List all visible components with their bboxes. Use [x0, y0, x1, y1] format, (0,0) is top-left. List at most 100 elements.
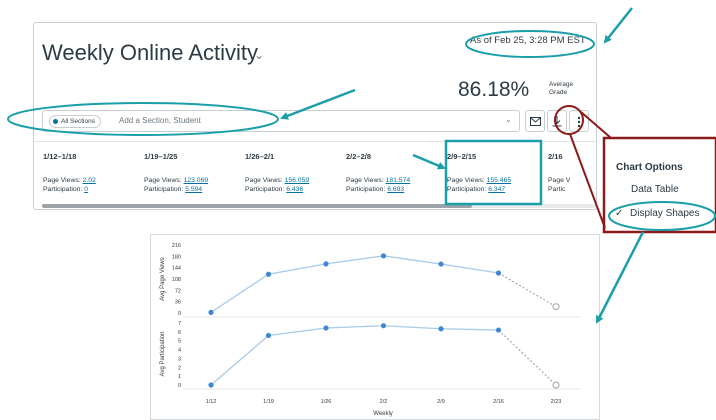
y-tick-label: 7	[178, 321, 181, 327]
average-grade-label: Average Grade	[549, 81, 574, 96]
chip-label: All Sections	[61, 118, 95, 125]
y-tick-label: 72	[175, 288, 181, 294]
x-tick-label: 1/26	[321, 399, 332, 405]
week-range: 1/19–1/25	[144, 152, 178, 161]
page-views-line: Page V	[548, 177, 570, 184]
participation-label: Participation:	[447, 186, 487, 193]
data-point	[495, 327, 502, 333]
participation-link[interactable]: 6.347	[488, 186, 505, 193]
page-views-label: Page Views:	[43, 177, 81, 184]
data-point	[208, 309, 214, 315]
y-tick-label: 216	[172, 243, 181, 249]
y-tick-label: 2	[178, 365, 181, 371]
week-column: 2/2–2/8 Page Views: 181.574 Participatio…	[337, 142, 437, 202]
filter-placeholder: Add a Section, Student	[119, 116, 201, 125]
menu-item-display-shapes[interactable]: Display Shapes	[630, 208, 699, 219]
projected-line-segment	[498, 329, 557, 386]
activity-chart: 0 36 72 108 144 180 216 Avg Page Views 0 1 2 3 4 5 6 7 A…	[150, 234, 600, 420]
page-views-link[interactable]: 181.574	[386, 177, 411, 184]
y-tick-label: 0	[178, 383, 181, 389]
page-views-label: Page V	[548, 177, 571, 184]
data-point	[265, 271, 272, 277]
title-chevron-down-icon[interactable]: ⌄	[254, 48, 264, 62]
page-views-line: Page Views: 123.069	[144, 177, 208, 184]
page-views-label: Page Views:	[346, 177, 384, 184]
page-views-line: Page Views: 2.02	[43, 177, 96, 184]
participation-line: Participation: 6.347	[447, 186, 505, 193]
y-tick-label: 1	[178, 374, 181, 380]
data-point	[265, 332, 272, 339]
average-grade-value: 86.18%	[458, 78, 530, 101]
timestamp-arrow	[603, 7, 633, 44]
message-button[interactable]	[525, 110, 545, 132]
x-tick-label: 1/19	[263, 399, 274, 405]
page-views-link[interactable]: 156.059	[285, 177, 310, 184]
data-point	[495, 270, 502, 276]
menu-title: Chart Options	[616, 162, 683, 173]
download-button[interactable]	[547, 110, 567, 132]
y-axis-label: Avg Participation	[160, 332, 166, 377]
participation-link[interactable]: 0	[84, 186, 88, 193]
data-point	[438, 326, 444, 332]
participation-label: Partic	[548, 186, 566, 193]
page-views-label: Page Views:	[245, 177, 283, 184]
data-point	[380, 253, 387, 259]
x-tick-label: 2/9	[437, 399, 445, 405]
week-range: 2/16	[548, 152, 563, 161]
participation-line: Participation: 0	[43, 186, 88, 193]
chart-arrow	[595, 231, 645, 324]
page-views-link[interactable]: 155.465	[487, 177, 512, 184]
chip-dot-icon	[53, 119, 58, 124]
y-tick-label: 4	[178, 348, 181, 354]
scrollbar-thumb[interactable]	[42, 204, 472, 208]
page-views-link[interactable]: 2.02	[83, 177, 96, 184]
chart-options-button[interactable]	[569, 110, 589, 132]
page-views-label: Page Views:	[144, 177, 182, 184]
menu-item-data-table[interactable]: Data Table	[631, 184, 679, 195]
page-views-line: Page Views: 181.574	[346, 177, 410, 184]
participation-line: Participation: 5.594	[144, 186, 202, 193]
participation-line: Partic	[548, 186, 565, 193]
y-tick-label: 180	[172, 254, 181, 260]
section-student-filter[interactable]: All Sections Add a Section, Student ⌄	[42, 110, 520, 132]
data-point	[380, 323, 387, 329]
page-views-line: Page Views: 155.465	[447, 177, 511, 184]
all-sections-chip[interactable]: All Sections	[49, 115, 101, 128]
series-line	[210, 325, 499, 386]
filter-chevron-down-icon[interactable]: ⌄	[505, 115, 512, 124]
week-range: 1/12–1/18	[43, 152, 77, 161]
mail-icon	[529, 117, 541, 126]
week-range: 1/26–2/1	[245, 152, 275, 161]
participation-line: Participation: 6.436	[245, 186, 303, 193]
projected-data-point	[552, 381, 560, 389]
page-views-link[interactable]: 123.069	[184, 177, 209, 184]
y-tick-label: 5	[178, 339, 181, 345]
y-tick-label: 36	[175, 300, 181, 306]
y-tick-label: 108	[172, 277, 181, 283]
participation-label: Participation:	[346, 186, 386, 193]
data-point	[438, 261, 444, 267]
chart-options-menu: Chart Options Data Table ✓ Display Shape…	[605, 150, 716, 230]
x-tick-label: 2/16	[493, 399, 504, 405]
participation-link[interactable]: 6.436	[286, 186, 303, 193]
week-column: 1/26–2/1 Page Views: 156.059 Participati…	[236, 142, 336, 202]
data-point	[323, 325, 329, 331]
series-line	[210, 255, 499, 313]
week-column: 1/19–1/25 Page Views: 123.069 Participat…	[135, 142, 235, 202]
participation-line: Participation: 6.693	[346, 186, 404, 193]
participation-label: Participation:	[245, 186, 285, 193]
participation-label: Participation:	[43, 186, 83, 193]
y-tick-label: 144	[172, 266, 181, 272]
x-tick-label: 1/12	[206, 399, 217, 405]
x-tick-label: 2/2	[380, 399, 388, 405]
weeks-strip: 1/12–1/18 Page Views: 2.02 Participation…	[34, 141, 596, 202]
activity-chart-svg: 0 36 72 108 144 180 216 Avg Page Views 0 1 2 3 4 5 6 7 A…	[160, 243, 581, 417]
as-of-timestamp: As of Feb 25, 3:28 PM EST	[470, 35, 586, 46]
week-column-highlighted: 2/9–2/15 Page Views: 155.465 Participati…	[438, 142, 538, 202]
participation-link[interactable]: 6.693	[387, 186, 404, 193]
week-column-partial: 2/16 Page V Partic	[539, 142, 596, 202]
horizontal-scrollbar[interactable]	[42, 204, 596, 208]
projected-data-point	[552, 303, 560, 311]
participation-label: Participation:	[144, 186, 184, 193]
participation-link[interactable]: 5.594	[185, 186, 202, 193]
